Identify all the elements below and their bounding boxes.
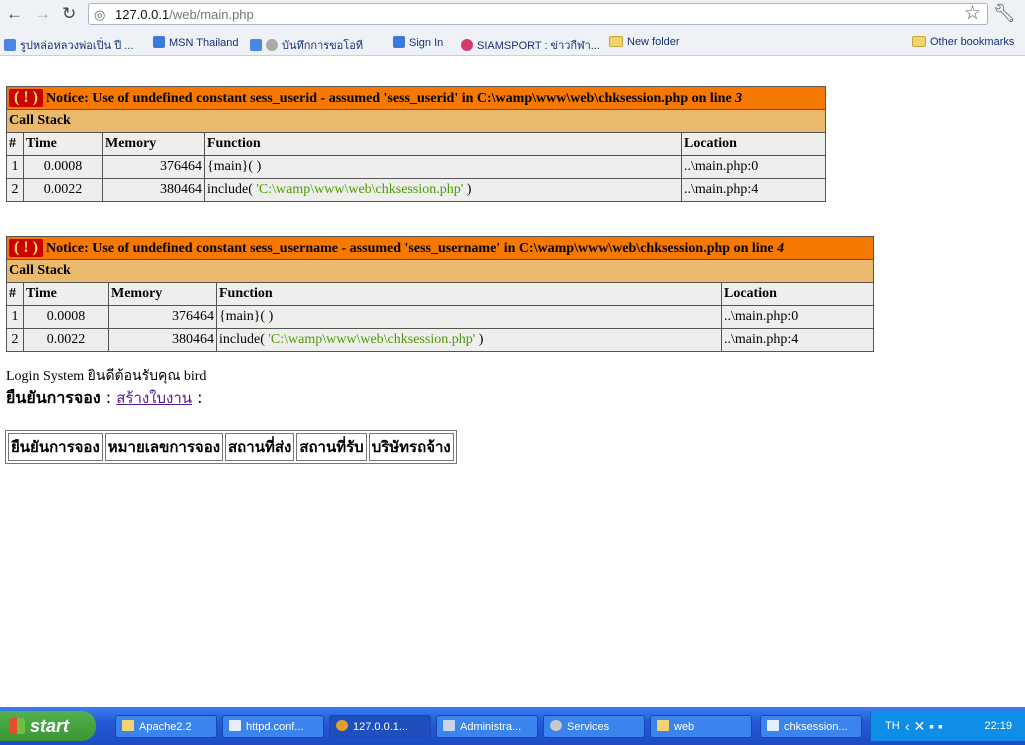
column-header: Memory [108,282,217,306]
bookmark-item[interactable]: บันทึกการขอโอที [250,36,363,54]
msn-favicon-icon [153,36,165,48]
language-indicator[interactable]: TH [885,711,900,741]
taskbar-item[interactable]: Administra... [436,715,538,738]
bookmark-star-icon[interactable]: ☆ [964,2,981,25]
bookmark-item[interactable]: Sign In [393,36,443,49]
siamsport-favicon-icon [461,39,473,51]
column-header: Time [23,282,109,306]
column-header: ยืนยันการจอง [8,433,103,461]
column-header: หมายเลขการจอง [104,433,224,461]
table-row: 2 0.0022 380464 include( 'C:\wamp\www\we… [6,328,874,352]
start-button[interactable]: start [0,711,96,741]
warning-icon: ( ! ) [9,239,43,257]
taskbar-item[interactable]: chksession... [760,715,862,738]
column-header: บริษัทรถจ้าง [368,433,454,461]
taskbar-item[interactable]: 127.0.0.1... [329,715,431,738]
create-worksheet-link[interactable]: สร้างใบงาน [116,389,192,407]
bookmark-folder[interactable]: New folder [609,36,680,48]
call-stack-label: Call Stack [6,259,874,283]
google-favicon-icon [250,39,262,51]
windows-logo-icon [9,718,25,734]
msn-favicon-icon [393,36,405,48]
column-header: # [6,282,24,306]
table-row: 1 0.0008 376464 {main}( ) ..\main.php:0 [6,305,874,329]
confirm-booking-label: ยืนยันการจอง [6,388,101,407]
bookmark-item[interactable]: รูปหล่อหลวงพ่อเปิ่น ปี ... [4,36,133,54]
google-favicon-icon [4,39,16,51]
clock: 22:19 [984,720,1012,732]
other-bookmarks[interactable]: Other bookmarks [912,36,1014,48]
folder-icon [657,720,669,731]
folder-icon [122,720,134,731]
column-header: สถานที่รับ [296,433,367,461]
column-header: สถานที่ส่ง [225,433,295,461]
call-stack-label: Call Stack [6,109,826,133]
browser-toolbar: ← → ↻ ◎ 127.0.0.1/web/main.php ☆ 🔧︎ [0,0,1025,31]
column-header: Location [681,132,826,156]
address-bar[interactable]: ◎ 127.0.0.1/web/main.php [88,3,988,25]
services-gear-icon [550,720,562,731]
notice-header: ( ! ) Notice: Use of undefined constant s… [6,236,874,260]
table-row: 1 0.0008 376464 {main}( ) ..\main.php:0 [6,155,826,179]
url-path: /web/main.php [169,7,254,22]
url-host: 127.0.0.1 [115,7,170,22]
document-icon [767,720,779,731]
globe-favicon-icon [266,39,278,51]
chrome-icon [336,720,348,731]
bookmarks-bar: รูปหล่อหลวงพ่อเปิ่น ปี ... MSN Thailand … [0,31,1025,56]
column-header: Memory [102,132,205,156]
taskbar-item[interactable]: httpd.conf... [222,715,324,738]
admin-tools-icon [443,720,455,731]
reload-icon[interactable]: ↻ [62,4,76,24]
warning-icon: ( ! ) [9,89,43,107]
booking-table: ยืนยันการจอง หมายเลขการจอง สถานที่ส่ง สถ… [5,430,457,464]
folder-icon [609,36,623,47]
column-header: Function [216,282,722,306]
column-header: Location [721,282,874,306]
taskbar-item[interactable]: Services [543,715,645,738]
back-arrow-icon[interactable]: ← [6,4,23,24]
confirm-booking-line: ยืนยันการจอง : สร้างใบงาน : [6,388,203,407]
column-header: Function [204,132,682,156]
system-tray: TH ‹ ✕ ▪ ▪ 22:19 [870,711,1025,741]
notice-header: ( ! ) Notice: Use of undefined constant s… [6,86,826,110]
bookmark-item[interactable]: SIAMSPORT : ข่าวกีฬา... [461,36,600,54]
taskbar: start Apache2.2 httpd.conf... 127.0.0.1.… [0,707,1025,745]
xdebug-notice-table: ( ! ) Notice: Use of undefined constant s… [6,236,874,352]
taskbar-item[interactable]: Apache2.2 [115,715,217,738]
tray-icons[interactable]: ‹ ✕ ▪ ▪ [905,711,943,741]
taskbar-item[interactable]: web [650,715,752,738]
page-info-icon[interactable]: ◎ [94,4,105,26]
forward-arrow-icon[interactable]: → [34,4,51,24]
folder-icon [912,36,926,47]
table-row: 2 0.0022 380464 include( 'C:\wamp\www\we… [6,178,826,202]
wrench-menu-icon[interactable]: 🔧︎ [993,3,1016,24]
login-welcome-text: Login System ยินดีต้อนรับคุณ bird [6,369,207,384]
column-header: Time [23,132,103,156]
document-icon [229,720,241,731]
bookmark-item[interactable]: MSN Thailand [153,36,239,49]
xdebug-notice-table: ( ! ) Notice: Use of undefined constant s… [6,86,826,202]
column-header: # [6,132,24,156]
